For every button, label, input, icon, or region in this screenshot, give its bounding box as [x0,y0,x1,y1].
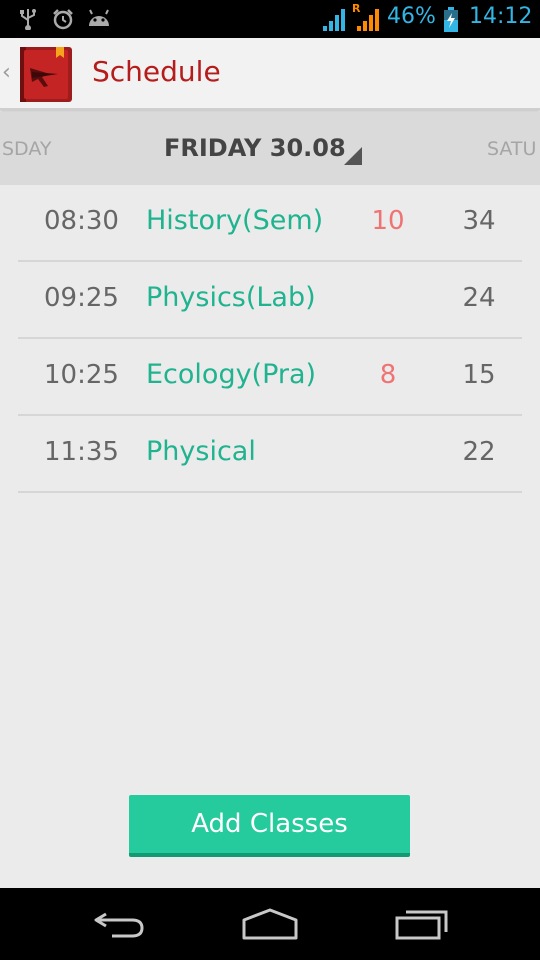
status-time: 14:12 [469,4,533,29]
dropdown-triangle-icon[interactable] [342,145,362,165]
usb-icon [20,9,36,30]
signal-roaming-icon [357,9,379,31]
status-bar: R 46% 14:12 [0,0,540,38]
class-row[interactable]: 09:25 Physics(Lab) 24 [18,262,522,339]
class-count: 10 [371,206,405,236]
class-time: 08:30 [44,206,119,236]
alarm-icon [53,9,73,30]
class-row[interactable]: 10:25 Ecology(Pra) 8 15 [18,339,522,416]
navigation-bar [0,888,540,960]
up-navigation-caret[interactable]: ‹ [2,60,11,85]
battery-percent: 46% [387,4,436,29]
class-row[interactable]: 08:30 History(Sem) 10 34 [18,185,522,262]
app-title: Schedule [92,55,221,88]
current-day-label[interactable]: FRIDAY 30.08 [164,134,346,162]
class-time: 10:25 [44,360,119,390]
class-time: 09:25 [44,283,119,313]
class-room: 22 [462,437,496,467]
android-icon [89,9,109,26]
class-name: History(Sem) [146,205,324,236]
battery-charging-icon [444,7,458,32]
class-room: 34 [462,206,496,236]
class-name: Physics(Lab) [146,282,316,313]
class-room: 24 [462,283,496,313]
add-classes-button[interactable]: Add Classes [129,795,410,857]
app-logo-icon[interactable] [18,44,76,104]
home-icon[interactable] [240,906,300,942]
signal-icon [323,9,345,31]
class-name: Physical [146,436,256,467]
previous-day-label[interactable]: SDAY [2,138,52,160]
class-row[interactable]: 11:35 Physical 22 [18,416,522,493]
class-list: 08:30 History(Sem) 10 34 09:25 Physics(L… [18,185,522,493]
class-room: 15 [462,360,496,390]
class-count: 8 [379,360,397,390]
action-bar: ‹ Schedule [0,38,540,110]
class-time: 11:35 [44,437,119,467]
next-day-label[interactable]: SATU [487,138,536,160]
back-icon[interactable] [92,906,148,942]
day-selector: SDAY FRIDAY 30.08 SATU [0,112,540,185]
class-name: Ecology(Pra) [146,359,317,390]
recents-icon[interactable] [394,906,450,942]
